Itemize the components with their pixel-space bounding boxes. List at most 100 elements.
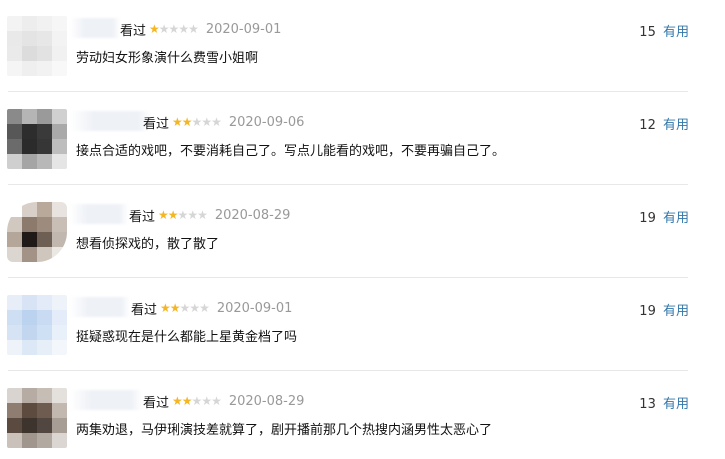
avatar-pixel xyxy=(22,139,37,154)
star-icon: ★ xyxy=(187,208,198,222)
review-comment: 两集劝退，马伊琍演技差就算了，剧开播前那几个热搜内涵男性太恶心了 xyxy=(76,423,493,438)
useful-vote: 12 有用 xyxy=(639,114,689,133)
username[interactable] xyxy=(70,297,130,317)
rating-stars: ★ ★ ★ ★ ★ xyxy=(172,115,222,129)
avatar-pixel xyxy=(22,418,37,433)
avatar-pixel xyxy=(52,202,67,217)
avatar-pixel xyxy=(7,16,22,31)
avatar[interactable] xyxy=(7,295,67,355)
viewed-label: 看过 xyxy=(143,395,170,411)
rating-stars: ★ ★ ★ ★ ★ xyxy=(158,208,208,222)
avatar-pixel xyxy=(37,325,52,340)
username[interactable] xyxy=(70,111,150,131)
useful-button[interactable]: 有用 xyxy=(663,25,689,40)
avatar-pixel xyxy=(52,433,67,448)
avatar-pixel xyxy=(7,418,22,433)
star-icon: ★ xyxy=(158,22,170,36)
useful-button[interactable]: 有用 xyxy=(663,304,689,319)
avatar-pixel xyxy=(37,202,52,217)
avatar-pixel xyxy=(22,232,37,247)
avatar-pixel xyxy=(52,340,67,355)
avatar-pixel xyxy=(52,418,67,433)
avatar-pixel xyxy=(52,154,67,169)
useful-count: 19 xyxy=(639,211,656,226)
avatar[interactable] xyxy=(7,202,67,262)
avatar-pixel xyxy=(37,61,52,76)
avatar-pixel xyxy=(52,109,67,124)
avatar[interactable] xyxy=(7,16,67,76)
avatar-pixel xyxy=(22,310,37,325)
review-item: 看过 ★ ★ ★ ★ ★ 2020-08-29 两集劝退，马伊琍演技差就算了，剧开播前那… xyxy=(0,372,725,459)
review-meta: 看过 ★ ★ ★ ★ ★ 2020-08-29 xyxy=(143,391,304,411)
star-icon: ★ xyxy=(191,115,203,129)
star-icon: ★ xyxy=(211,115,222,129)
avatar-pixel xyxy=(22,433,37,448)
review-item: 看过 ★ ★ ★ ★ ★ 2020-09-06 接点合适的戏吧，不要消耗自己了。写点儿能… xyxy=(0,93,725,185)
review-date: 2020-08-29 xyxy=(228,393,305,409)
star-icon: ★ xyxy=(189,301,200,315)
review-item: 看过 ★ ★ ★ ★ ★ 2020-09-01 挺疑惑现在是什么都能上星黄金档了吗 19… xyxy=(0,279,725,371)
star-icon: ★ xyxy=(211,394,222,408)
useful-vote: 19 有用 xyxy=(639,300,689,319)
star-icon: ★ xyxy=(201,115,212,129)
avatar-pixel xyxy=(7,109,22,124)
username[interactable] xyxy=(70,390,142,410)
review-comment: 挺疑惑现在是什么都能上星黄金档了吗 xyxy=(76,330,298,345)
avatar-pixel xyxy=(37,139,52,154)
avatar-pixel xyxy=(7,46,22,61)
rating-stars: ★ ★ ★ ★ ★ xyxy=(149,22,199,36)
avatar-pixel xyxy=(37,403,52,418)
avatar-pixel xyxy=(37,247,52,262)
useful-button[interactable]: 有用 xyxy=(663,397,689,412)
avatar-pixel xyxy=(22,403,37,418)
avatar-pixel xyxy=(7,325,22,340)
star-icon: ★ xyxy=(172,394,183,408)
avatar-pixel xyxy=(7,217,22,232)
review-comment: 想看侦探戏的，散了散了 xyxy=(76,237,220,252)
useful-button[interactable]: 有用 xyxy=(663,118,689,133)
review-meta: 看过 ★ ★ ★ ★ ★ 2020-09-06 xyxy=(143,112,304,132)
useful-button[interactable]: 有用 xyxy=(663,211,689,226)
avatar-pixel xyxy=(52,310,67,325)
review-date: 2020-09-01 xyxy=(216,300,293,316)
avatar-pixel xyxy=(37,433,52,448)
username[interactable] xyxy=(70,204,128,224)
avatar-pixel xyxy=(7,433,22,448)
star-icon: ★ xyxy=(199,301,210,315)
avatar-pixel xyxy=(7,61,22,76)
avatar-pixel xyxy=(52,325,67,340)
avatar-pixel xyxy=(22,46,37,61)
username[interactable] xyxy=(70,18,120,38)
avatar-pixel xyxy=(37,31,52,46)
review-date: 2020-09-01 xyxy=(205,21,282,37)
divider xyxy=(8,184,688,185)
avatar-pixel xyxy=(7,124,22,139)
avatar-pixel xyxy=(7,403,22,418)
avatar-pixel xyxy=(52,124,67,139)
star-icon: ★ xyxy=(197,208,208,222)
avatar-pixel xyxy=(52,247,67,262)
avatar-pixel xyxy=(7,232,22,247)
star-icon: ★ xyxy=(201,394,212,408)
avatar-pixel xyxy=(37,124,52,139)
star-icon: ★ xyxy=(167,208,179,222)
useful-count: 15 xyxy=(639,25,656,40)
avatar-pixel xyxy=(37,16,52,31)
avatar[interactable] xyxy=(7,388,67,448)
avatar[interactable] xyxy=(7,109,67,169)
avatar-pixel xyxy=(37,154,52,169)
divider xyxy=(8,277,688,278)
rating-stars: ★ ★ ★ ★ ★ xyxy=(172,394,222,408)
useful-vote: 15 有用 xyxy=(639,21,689,40)
avatar-pixel xyxy=(37,217,52,232)
avatar-pixel xyxy=(7,340,22,355)
avatar-pixel xyxy=(52,16,67,31)
viewed-label: 看过 xyxy=(129,209,156,225)
avatar-pixel xyxy=(7,388,22,403)
avatar-pixel xyxy=(37,46,52,61)
useful-count: 12 xyxy=(639,118,656,133)
star-icon: ★ xyxy=(168,22,180,36)
review-comment: 劳动妇女形象演什么费雪小姐啊 xyxy=(76,51,259,66)
review-date: 2020-09-06 xyxy=(228,114,305,130)
useful-count: 13 xyxy=(639,397,656,412)
